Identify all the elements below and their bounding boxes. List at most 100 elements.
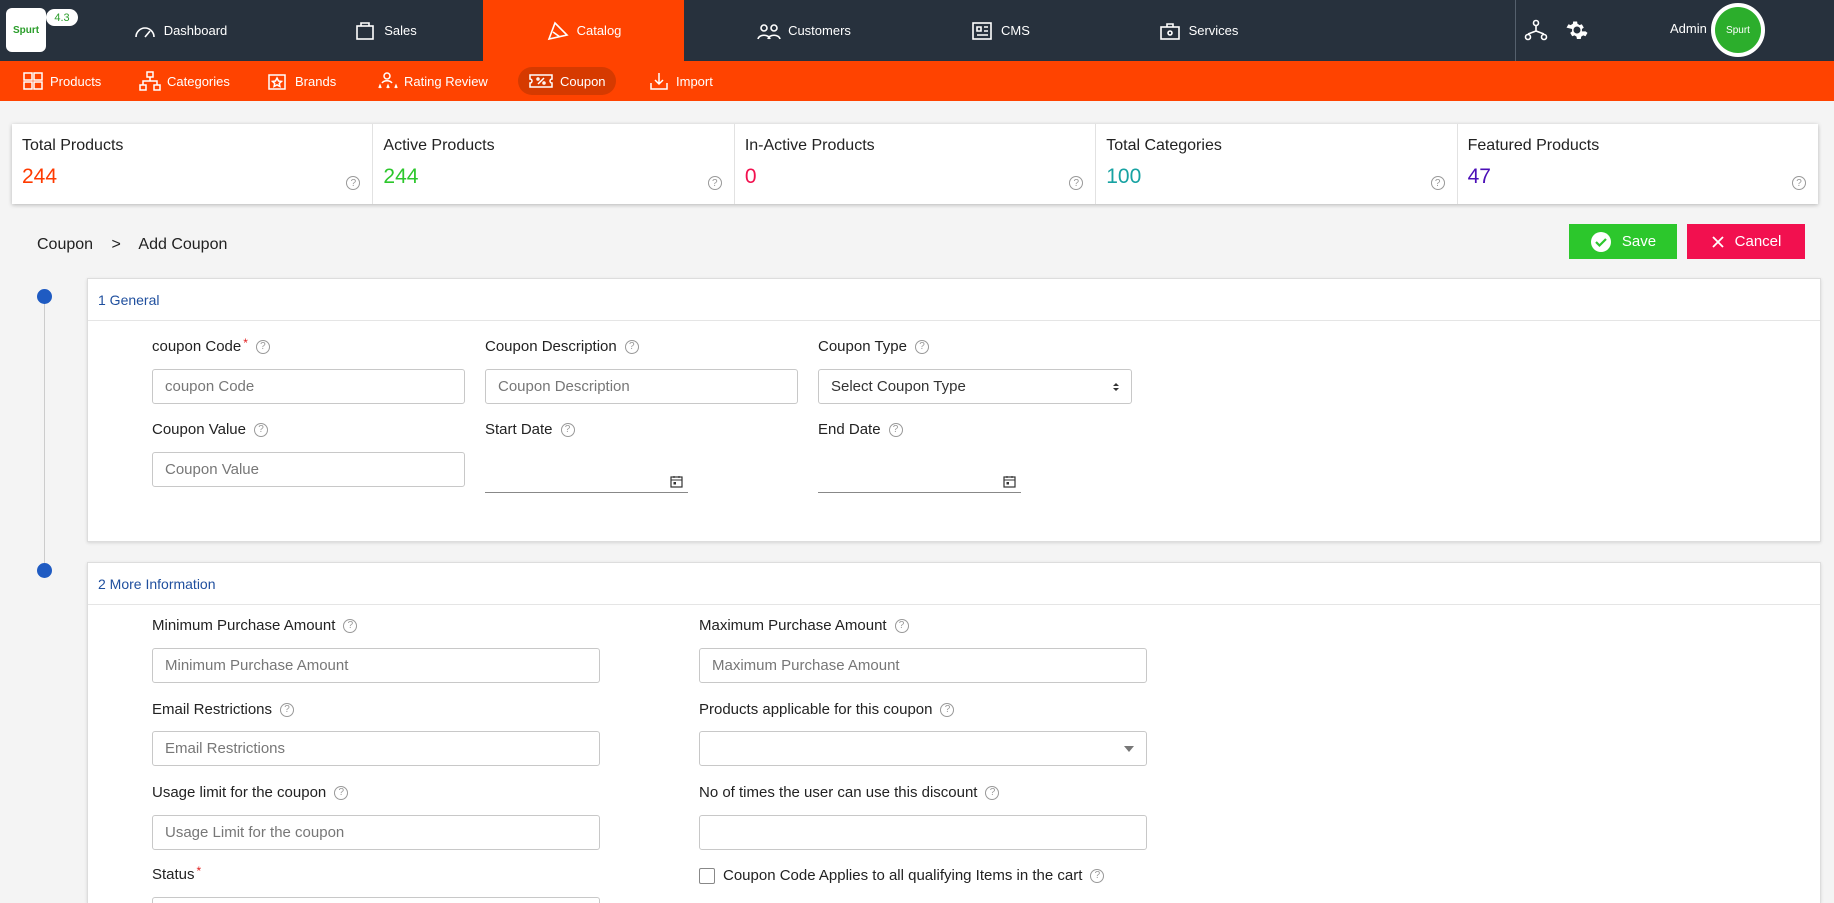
more-info-panel-title: 2 More Information <box>88 563 1820 605</box>
stat-active-products: Active Products 244 ? <box>373 124 735 204</box>
status-select[interactable] <box>152 897 600 903</box>
step-dot-general <box>37 289 52 304</box>
avatar[interactable]: Spurt <box>1711 3 1765 57</box>
help-icon[interactable]: ? <box>253 422 268 437</box>
nav-services[interactable]: Services <box>1143 0 1253 61</box>
required-marker: * <box>243 335 248 350</box>
stat-value: 47 <box>1467 165 1491 188</box>
stat-total-products: Total Products 244 ? <box>12 124 374 204</box>
subnav-brands[interactable]: Brands <box>257 67 346 95</box>
stat-value: 244 <box>22 165 58 188</box>
save-button[interactable]: Save <box>1569 224 1677 259</box>
coupon-code-label: coupon Code * ? <box>152 335 270 355</box>
coupon-type-label: Coupon Type ? <box>818 338 929 355</box>
help-icon[interactable]: ? <box>624 339 639 354</box>
breadcrumb-current: Add Coupon <box>138 236 228 253</box>
top-navbar: Spurt 4.3 Dashboard Sales Catalog Custom… <box>0 0 1834 61</box>
gear-icon[interactable] <box>1565 18 1589 42</box>
end-date-input[interactable] <box>818 471 1021 493</box>
coupon-description-label: Coupon Description ? <box>485 338 639 355</box>
coupon-description-input[interactable] <box>485 369 798 404</box>
nav-sales[interactable]: Sales <box>340 0 430 61</box>
catalog-icon <box>547 21 569 40</box>
step-rail <box>44 296 45 566</box>
categories-icon <box>139 71 161 91</box>
check-circle-icon <box>1590 231 1611 252</box>
max-purchase-label: Maximum Purchase Amount ? <box>699 617 909 634</box>
select-arrows-icon <box>1113 382 1119 391</box>
coupon-code-input[interactable] <box>152 369 465 404</box>
coupon-value-input[interactable] <box>152 452 465 487</box>
chevron-down-icon <box>1124 745 1134 752</box>
nav-customers[interactable]: Customers <box>734 0 874 61</box>
subnav-categories[interactable]: Categories <box>129 67 240 95</box>
help-icon[interactable]: ? <box>707 176 722 190</box>
breadcrumb-coupon[interactable]: Coupon <box>37 236 93 253</box>
email-restrictions-input[interactable] <box>152 731 600 766</box>
help-icon[interactable]: ? <box>914 339 929 354</box>
help-icon[interactable]: ? <box>894 618 909 633</box>
subnav-coupon[interactable]: Coupon <box>518 67 616 95</box>
usage-limit-input[interactable] <box>152 815 600 850</box>
stat-value: 0 <box>744 165 757 188</box>
help-icon[interactable]: ? <box>888 422 903 437</box>
products-applicable-select[interactable] <box>699 731 1147 766</box>
help-icon[interactable]: ? <box>1090 868 1105 883</box>
coupon-type-select[interactable]: Select Coupon Type <box>818 369 1132 404</box>
subnav-products[interactable]: Products <box>12 67 111 95</box>
checkbox-box[interactable] <box>699 867 715 884</box>
products-applicable-label: Products applicable for this coupon ? <box>699 701 955 718</box>
calendar-icon[interactable] <box>1003 475 1016 488</box>
nav-catalog[interactable]: Catalog <box>483 0 684 61</box>
dashboard-icon <box>134 26 155 38</box>
help-icon[interactable]: ? <box>940 702 955 717</box>
subnav-rating-review[interactable]: Rating Review <box>366 67 498 95</box>
user-usage-input[interactable] <box>699 815 1147 850</box>
calendar-icon[interactable] <box>670 475 683 488</box>
breadcrumb: Coupon > Add Coupon <box>37 236 241 254</box>
spurt-logo[interactable]: Spurt <box>6 8 46 52</box>
close-icon <box>1712 235 1724 248</box>
end-date-label: End Date ? <box>818 421 903 438</box>
help-icon[interactable]: ? <box>280 702 295 717</box>
subnav-import[interactable]: Import <box>638 67 723 95</box>
help-icon[interactable]: ? <box>1430 176 1445 190</box>
help-icon[interactable]: ? <box>560 422 575 437</box>
help-icon[interactable]: ? <box>334 785 349 800</box>
email-restrictions-label: Email Restrictions ? <box>152 701 295 718</box>
general-panel-title: 1 General <box>88 279 1820 321</box>
step-dot-more-info <box>37 563 52 578</box>
brands-icon <box>268 74 286 90</box>
breadcrumb-separator: > <box>111 236 121 253</box>
catalog-subnav: Products Categories Brands Rating Review… <box>0 61 1834 101</box>
nav-divider <box>1515 0 1516 61</box>
usage-limit-label: Usage limit for the coupon ? <box>152 784 349 801</box>
general-panel: 1 General <box>87 278 1821 542</box>
stat-value: 100 <box>1106 165 1142 188</box>
applies-all-items-checkbox[interactable]: Coupon Code Applies to all qualifying It… <box>699 867 1105 884</box>
help-icon[interactable]: ? <box>255 339 270 354</box>
user-usage-label: No of times the user can use this discou… <box>699 784 1000 801</box>
stats-bar: Total Products 244 ? Active Products 244… <box>12 124 1818 204</box>
products-icon <box>23 72 43 90</box>
stat-value: 244 <box>383 165 419 188</box>
coupon-value-label: Coupon Value ? <box>152 421 268 438</box>
coupon-icon <box>529 74 553 88</box>
help-icon[interactable]: ? <box>343 618 358 633</box>
rating-icon <box>378 72 398 89</box>
min-purchase-label: Minimum Purchase Amount ? <box>152 617 358 634</box>
user-name[interactable]: Admin <box>1670 21 1707 36</box>
nav-dashboard[interactable]: Dashboard <box>120 0 240 61</box>
cms-icon <box>972 21 992 40</box>
version-badge: 4.3 <box>46 9 78 26</box>
max-purchase-input[interactable] <box>699 648 1147 683</box>
help-icon[interactable]: ? <box>1792 176 1807 190</box>
stat-inactive-products: In-Active Products 0 ? <box>735 124 1097 204</box>
start-date-input[interactable] <box>485 471 688 493</box>
help-icon[interactable]: ? <box>985 785 1000 800</box>
min-purchase-input[interactable] <box>152 648 600 683</box>
customers-icon <box>757 23 781 39</box>
cancel-button[interactable]: Cancel <box>1687 224 1805 259</box>
sitemap-icon[interactable] <box>1524 18 1548 42</box>
nav-cms[interactable]: CMS <box>955 0 1045 61</box>
